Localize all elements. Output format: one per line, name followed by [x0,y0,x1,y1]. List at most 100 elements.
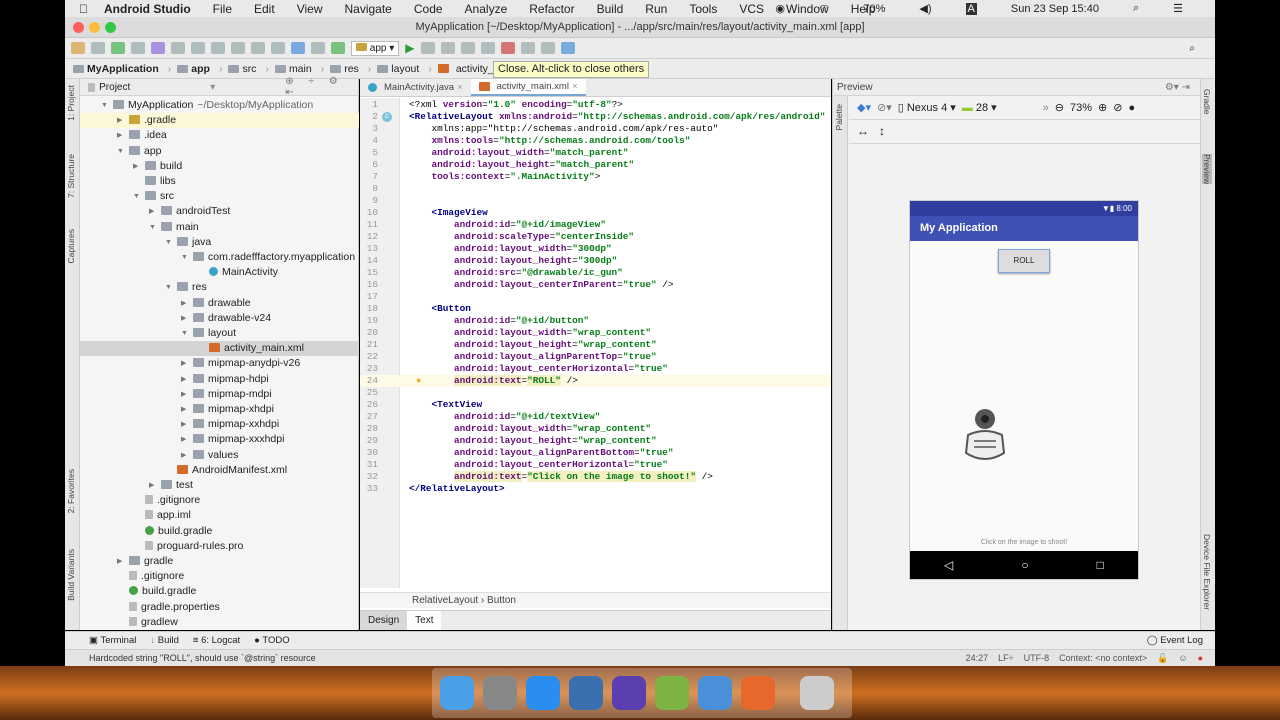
chevron-right-icon[interactable]: ▶ [181,296,186,311]
chevron-down-icon[interactable]: ▼ [133,189,140,204]
caret-position[interactable]: 24:27 [966,650,989,667]
zoom-in-icon[interactable]: ⊕ [1098,101,1107,114]
tree-item[interactable]: ▶ mipmap-mdpi [80,387,359,402]
lock-icon[interactable]: 🔓 [1157,650,1168,667]
tree-item[interactable]: ▼ MyApplication ~/Desktop/MyApplication [80,98,359,113]
code-line[interactable]: 23 android:layout_centerHorizontal="true… [360,363,831,375]
open-icon[interactable] [71,42,85,54]
tree-item[interactable]: ▼ layout [80,326,359,341]
layers-icon[interactable]: ◆▾ [857,101,871,114]
recents-icon[interactable]: □ [1097,558,1104,572]
tool-tab-favorites[interactable]: 2: Favorites [66,469,76,513]
chevron-right-icon[interactable]: ▶ [181,311,186,326]
code-line[interactable]: 24 ● android:text="ROLL" /> [360,375,831,387]
sync-icon[interactable] [111,42,125,54]
back-icon[interactable]: ◁ [944,558,953,572]
code-line[interactable]: 16 android:layout_centerInParent="true" … [360,279,831,291]
breadcrumb-button[interactable]: Button [487,595,516,606]
xcode-icon[interactable] [698,676,732,710]
nav-crumb-src[interactable]: src [228,63,269,75]
menu-code[interactable]: Code [414,2,443,16]
code-line[interactable]: 28 android:layout_width="wrap_content" [360,423,831,435]
code-line[interactable]: 14 android:layout_height="300dp" [360,255,831,267]
undo-icon[interactable] [151,42,165,54]
api-select[interactable]: ▬ 28 ▾ [962,101,997,114]
code-line[interactable]: 31 android:layout_centerHorizontal="true… [360,459,831,471]
chevron-right-icon[interactable]: ▶ [181,387,186,402]
warnings-icon[interactable]: ● [1128,102,1135,114]
code-line[interactable]: 8 [360,183,831,195]
volume-icon[interactable]: ◀) [919,2,931,15]
tree-item[interactable]: ▶ mipmap-xxxhdpi [80,432,359,447]
tree-item[interactable]: ▼ app [80,144,359,159]
tree-item[interactable]: gradlew [80,615,359,630]
input-source-icon[interactable]: A [965,2,977,15]
error-icon[interactable]: ● [1198,650,1203,667]
code-line[interactable]: 21 android:layout_height="wrap_content" [360,339,831,351]
replace-icon[interactable] [271,42,285,54]
tool-tab-gradle[interactable]: Gradle [1202,89,1212,115]
close-tab-icon[interactable]: × [572,78,578,96]
tree-item[interactable]: ▶ mipmap-hdpi [80,372,359,387]
tree-item[interactable]: AndroidManifest.xml [80,463,359,478]
code-line[interactable]: 33 </RelativeLayout> [360,483,831,495]
menu-view[interactable]: View [297,2,323,16]
menu-tools[interactable]: Tools [689,2,717,16]
tool-tab-palette[interactable]: Palette [834,104,844,130]
inspector-icon[interactable]: ☺ [1178,650,1187,667]
tool-event-log[interactable]: ◯ Event Log [1147,635,1203,646]
resize-vertical-icon[interactable]: ↕ [879,124,885,138]
back-icon[interactable] [291,42,305,54]
tree-item[interactable]: build.gradle [80,584,359,599]
copy-icon[interactable] [211,42,225,54]
menu-file[interactable]: File [213,2,232,16]
code-line[interactable]: 27 android:id="@+id/textView" [360,411,831,423]
code-area[interactable]: 1 <?xml version="1.0" encoding="utf-8"?> 2… [360,99,831,495]
code-line[interactable]: 20 android:layout_width="wrap_content" [360,327,831,339]
code-line[interactable]: 25 [360,387,831,399]
chevron-right-icon[interactable]: ▶ [117,113,122,128]
clock[interactable]: Sun 23 Sep 15:40 [1011,3,1099,15]
tree-item[interactable]: ▶ .idea [80,128,359,143]
orientation-icon[interactable]: ⊘▾ [877,101,892,114]
panel-actions[interactable]: ⊕ ÷ ⚙ ⇤ [285,76,358,98]
menu-edit[interactable]: Edit [254,2,275,16]
battery-percent[interactable]: 70% [863,3,885,15]
nav-crumb-layout[interactable]: layout [377,63,432,75]
chevron-down-icon[interactable]: ▼ [117,144,124,159]
code-line[interactable]: 12 android:scaleType="centerInside" [360,231,831,243]
code-line[interactable]: 13 android:layout_width="300dp" [360,243,831,255]
menu-run[interactable]: Run [645,2,667,16]
chevron-right-icon[interactable]: ▶ [149,478,154,493]
tree-item[interactable]: app.iml [80,508,359,523]
tool-tab-device-file-explorer[interactable]: Device File Explorer [1202,534,1212,610]
tree-item[interactable]: ▶ build [80,159,359,174]
gun-image[interactable] [960,401,1010,469]
menu-app[interactable]: Android Studio [104,2,191,16]
chevron-down-icon[interactable]: ▼ [181,326,188,341]
profile-icon[interactable] [460,42,475,54]
zoom-out-icon[interactable]: ⊖ [1055,101,1064,114]
code-line[interactable]: 26 <TextView [360,399,831,411]
close-window-button[interactable] [73,22,84,33]
tree-item[interactable]: .gitignore [80,493,359,508]
tree-item[interactable]: ▶ .gradle [80,113,359,129]
context-selector[interactable]: Context: <no context> [1059,650,1147,667]
code-line[interactable]: 4 xmlns:tools="http://schemas.android.co… [360,135,831,147]
finder-icon[interactable] [440,676,474,710]
tool-logcat[interactable]: ≡ 6: Logcat [193,635,240,646]
close-tab-icon[interactable]: × [457,79,463,97]
tree-item[interactable]: libs [80,174,359,189]
code-line[interactable]: 5 android:layout_width="match_parent" [360,147,831,159]
tool-tab-preview[interactable]: Preview [1202,154,1212,185]
apply-changes-icon[interactable] [420,42,435,54]
chevron-right-icon[interactable]: ▶ [117,554,122,569]
spotlight-icon[interactable]: ⌕ [1133,2,1139,15]
tree-item[interactable]: ▼ main [80,220,359,235]
tree-item[interactable]: proguard-rules.pro [80,539,359,554]
tool-tab-build-variants[interactable]: Build Variants [66,549,76,601]
device-select[interactable]: ▯ Nexus 4 ▾ [898,101,956,114]
paste-icon[interactable] [231,42,245,54]
zoom-window-button[interactable] [105,22,116,33]
make-project-icon[interactable] [331,42,345,54]
